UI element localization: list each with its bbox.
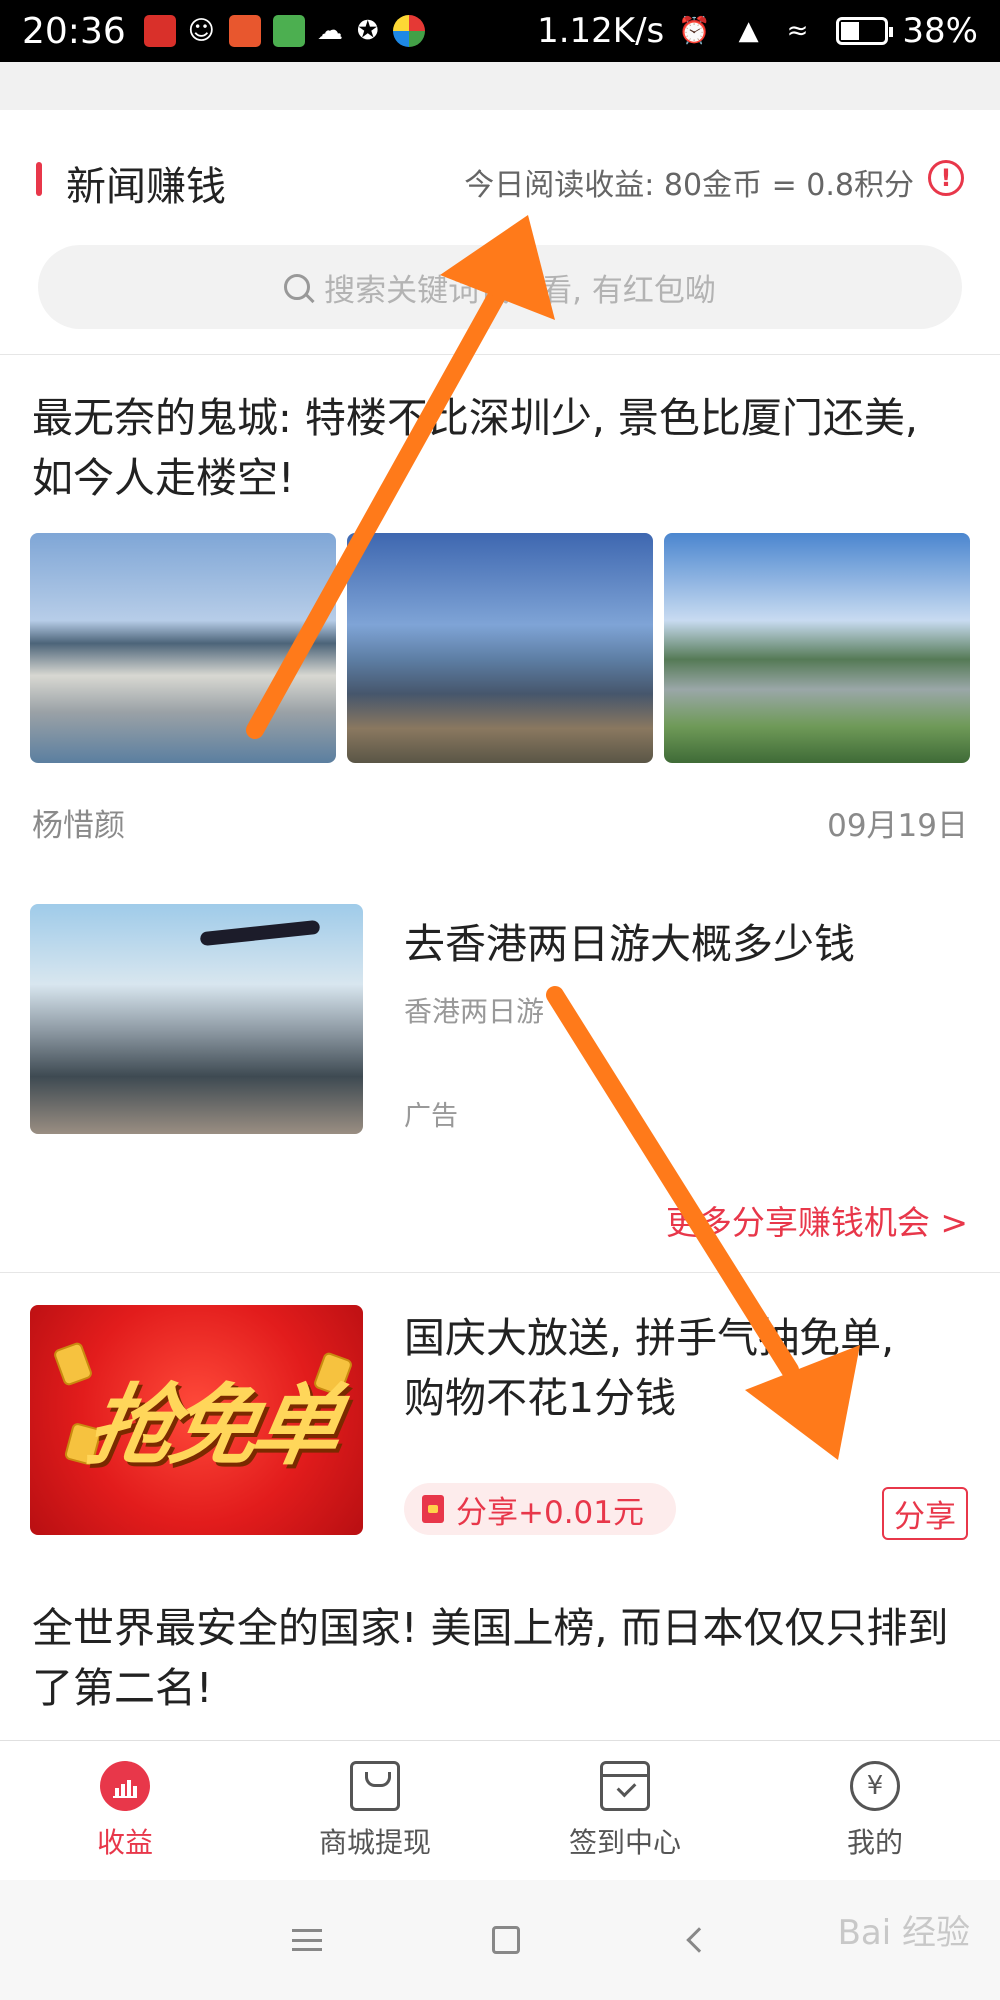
search-input[interactable]: 搜索关键词试试看, 有红包呦 xyxy=(38,245,962,329)
app-icon xyxy=(228,15,261,47)
share-reward-badge[interactable]: 分享+0.01元 xyxy=(404,1483,676,1535)
article-title[interactable]: 最无奈的鬼城: 特楼不比深圳少, 景色比厦门还美, 如今人走楼空! xyxy=(32,388,968,508)
info-icon[interactable]: ! xyxy=(928,160,964,196)
coin-graphic xyxy=(52,1341,94,1387)
tab-earnings[interactable]: 收益 xyxy=(0,1741,250,1880)
promo-image[interactable]: 抢免单 xyxy=(30,1305,363,1535)
qq-icon: ☺ xyxy=(187,16,215,46)
tab-mall-withdraw[interactable]: 商城提现 xyxy=(250,1741,500,1880)
article-title[interactable]: 全世界最安全的国家! 美国上榜, 而日本仅仅只排到了第二名! xyxy=(32,1598,968,1718)
article-date: 09月19日 xyxy=(827,808,968,844)
cloud-icon: ☁ xyxy=(316,16,343,46)
ad-title[interactable]: 去香港两日游大概多少钱 xyxy=(404,910,855,970)
app-icon xyxy=(272,15,305,47)
network-speed: 1.12K/s xyxy=(537,11,665,51)
share-reward-text: 分享+0.01元 xyxy=(456,1494,644,1531)
promo-title[interactable]: 国庆大放送, 拼手气抽免单, 购物不花1分钱 xyxy=(404,1308,944,1428)
tab-checkin-center[interactable]: 签到中心 xyxy=(500,1741,750,1880)
share-button[interactable]: 分享 xyxy=(882,1487,968,1540)
battery-icon xyxy=(836,17,894,45)
alarm-icon: ⏰ xyxy=(678,16,711,46)
wifi-icon: ≈ xyxy=(786,16,809,46)
today-earnings: 今日阅读收益: 80金币 = 0.8积分 xyxy=(464,168,914,203)
chart-icon xyxy=(100,1761,150,1811)
home-icon[interactable] xyxy=(492,1926,520,1954)
ad-label: 广告 xyxy=(404,1101,458,1132)
app-icon xyxy=(392,15,425,47)
article-image-harbor-dusk[interactable] xyxy=(347,533,653,763)
tab-label: 商城提现 xyxy=(318,1826,431,1859)
status-time: 20:36 xyxy=(22,10,126,52)
article-image-seaside-towers[interactable] xyxy=(664,533,970,763)
promo-image-text: 抢免单 xyxy=(79,1374,344,1477)
yen-icon: ¥ xyxy=(850,1761,900,1811)
search-placeholder: 搜索关键词试试看, 有红包呦 xyxy=(324,272,716,309)
top-spacer xyxy=(0,62,1000,110)
battery-percent: 38% xyxy=(902,11,978,51)
search-icon xyxy=(284,274,311,300)
title-accent-bar xyxy=(36,162,42,196)
bag-icon xyxy=(350,1761,400,1811)
page-title: 新闻赚钱 xyxy=(66,164,226,210)
menu-icon[interactable] xyxy=(292,1929,322,1951)
red-envelope-icon xyxy=(422,1495,444,1523)
more-share-link[interactable]: 更多分享赚钱机会 > xyxy=(666,1196,968,1244)
status-bar: 20:36 ☺ ☁ ✪ 1.12K/s ⏰ ▲ ≈ 38% xyxy=(0,0,1000,62)
ad-subtitle: 香港两日游 xyxy=(404,995,545,1028)
watermark: Bai 经验 xyxy=(837,1913,970,1953)
battery-fill xyxy=(841,22,859,40)
article-author: 杨惜颜 xyxy=(32,808,125,844)
tab-label: 我的 xyxy=(846,1826,903,1859)
money-locker-app-icon xyxy=(143,15,176,47)
back-icon[interactable] xyxy=(686,1927,712,1953)
divider xyxy=(0,1272,1000,1273)
signal-icon: ▲ xyxy=(738,16,759,46)
tab-mine[interactable]: ¥ 我的 xyxy=(750,1741,1000,1880)
calendar-icon xyxy=(600,1761,650,1811)
tab-label: 签到中心 xyxy=(568,1826,681,1859)
article-image-coastal-city[interactable] xyxy=(30,533,336,763)
airplane-graphic xyxy=(199,919,321,947)
app-icon: ✪ xyxy=(356,16,379,46)
news-earn-header: 新闻赚钱 今日阅读收益: 80金币 = 0.8积分 ! 搜索关键词试试看, 有红… xyxy=(0,110,1000,355)
bottom-tab-bar: 收益 商城提现 签到中心 ¥ 我的 xyxy=(0,1740,1000,1880)
ad-image-hongkong[interactable] xyxy=(30,904,363,1134)
tab-label: 收益 xyxy=(96,1826,153,1859)
